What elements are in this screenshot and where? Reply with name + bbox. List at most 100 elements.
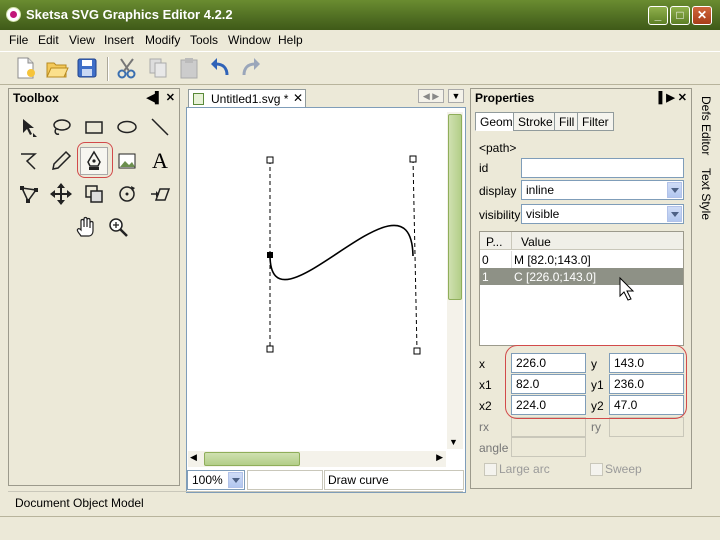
pencil-icon[interactable]: [47, 147, 75, 175]
new-file-icon[interactable]: [12, 55, 38, 81]
tab-geom[interactable]: Geom: [475, 112, 518, 131]
menu-edit[interactable]: Edit: [38, 33, 59, 47]
menu-file[interactable]: File: [9, 33, 28, 47]
column-header-p[interactable]: P...: [486, 235, 502, 249]
app-icon: [6, 7, 21, 22]
properties-header: Properties ▌▶ ✕: [471, 89, 691, 107]
hand-icon[interactable]: [71, 213, 99, 241]
document-tab[interactable]: Untitled1.svg * ✕: [188, 89, 306, 108]
copy-icon[interactable]: [145, 55, 171, 81]
toolbox-title: Toolbox: [13, 91, 59, 105]
coordinates-highlight: [505, 345, 687, 419]
chevron-down-icon[interactable]: [667, 206, 682, 222]
element-type: <path>: [479, 141, 517, 155]
angle-field: [511, 437, 586, 457]
display-select[interactable]: inline: [521, 180, 684, 200]
paste-icon[interactable]: [176, 55, 202, 81]
zoom-icon[interactable]: [104, 213, 132, 241]
image-icon[interactable]: [113, 147, 141, 175]
tab-scroll-arrows-icon[interactable]: ◀ ▶: [418, 89, 444, 103]
path-points-table: P... Value 0 M [82.0;143.0] 1 C [226.0;1…: [479, 231, 684, 346]
rotate-icon[interactable]: [113, 180, 141, 208]
drawing-canvas[interactable]: [186, 107, 466, 493]
visibility-select[interactable]: visible: [521, 204, 684, 224]
table-row-selected[interactable]: 1 C [226.0;143.0]: [480, 268, 683, 285]
panel-controls[interactable]: ▌▶ ✕: [658, 91, 687, 104]
select-arrow-icon[interactable]: [15, 113, 43, 141]
node-edit-icon[interactable]: [15, 180, 43, 208]
move-icon[interactable]: [47, 180, 75, 208]
rx-field: [511, 417, 586, 437]
menu-help[interactable]: Help: [278, 33, 303, 47]
display-label: display: [479, 184, 517, 198]
vertical-scrollbar[interactable]: ▼: [447, 112, 463, 449]
rx-label: rx: [479, 420, 489, 434]
table-header: P... Value: [480, 232, 683, 250]
skew-icon[interactable]: [146, 180, 174, 208]
status-bar: [0, 516, 720, 540]
properties-title: Properties: [475, 91, 535, 105]
row-value: M [82.0;143.0]: [514, 253, 591, 267]
lasso-icon[interactable]: [47, 113, 75, 141]
x1-label: x1: [479, 378, 492, 392]
menu-tools[interactable]: Tools: [190, 33, 218, 47]
tab-stroke[interactable]: Stroke: [513, 112, 558, 131]
chevron-down-icon[interactable]: [667, 182, 682, 198]
text-tool-icon[interactable]: A: [146, 147, 174, 175]
polyline-icon[interactable]: [15, 147, 43, 175]
minimize-button[interactable]: _: [648, 6, 668, 25]
save-icon[interactable]: [74, 55, 100, 81]
chevron-down-icon[interactable]: [228, 472, 243, 488]
pen-tool-highlight: [77, 142, 113, 178]
defs-editor-tab[interactable]: Defs Editor: [699, 96, 713, 155]
angle-label: angle: [479, 441, 509, 455]
rectangle-icon[interactable]: [80, 113, 108, 141]
tab-filter[interactable]: Filter: [577, 112, 614, 131]
menu-insert[interactable]: Insert: [104, 33, 134, 47]
open-folder-icon[interactable]: [44, 55, 70, 81]
horizontal-scrollbar[interactable]: ◀ ▶: [188, 451, 446, 467]
menu-view[interactable]: View: [69, 33, 95, 47]
svg-file-icon: [193, 93, 204, 105]
undo-icon[interactable]: [207, 55, 233, 81]
tab-list-dropdown-icon[interactable]: ▼: [448, 89, 464, 103]
mouse-cursor-icon: [619, 276, 635, 301]
text-style-tab[interactable]: Text Style: [699, 168, 713, 220]
x-label: x: [479, 357, 485, 371]
close-button[interactable]: ✕: [692, 6, 712, 25]
large-arc-label: Large arc: [499, 462, 550, 476]
cut-icon[interactable]: [114, 55, 140, 81]
display-value: inline: [526, 183, 555, 197]
main-toolbar: [0, 51, 720, 85]
maximize-button[interactable]: □: [670, 6, 690, 25]
id-field[interactable]: [521, 158, 684, 178]
title-bar: Sketsa SVG Graphics Editor 4.2.2 _ □ ✕: [0, 0, 720, 30]
zoom-value: 100%: [192, 473, 223, 487]
ry-label: ry: [591, 420, 601, 434]
row-value: C [226.0;143.0]: [514, 270, 597, 284]
panel-controls[interactable]: ◀▌ ✕: [146, 91, 175, 104]
status-message: Draw curve: [324, 470, 464, 490]
toolbox-header: Toolbox ◀▌ ✕: [9, 89, 179, 107]
visibility-label: visibility: [479, 208, 521, 222]
transform-icon[interactable]: [80, 180, 108, 208]
menu-bar: File Edit View Insert Modify Tools Windo…: [0, 30, 720, 50]
window-title: Sketsa SVG Graphics Editor 4.2.2: [26, 7, 233, 22]
id-label: id: [479, 161, 489, 175]
zoom-select[interactable]: 100%: [187, 470, 245, 490]
canvas-drawing[interactable]: [187, 108, 465, 452]
sweep-checkbox: [590, 463, 603, 476]
line-icon[interactable]: [146, 113, 174, 141]
visibility-value: visible: [526, 207, 560, 221]
tab-fill[interactable]: Fill: [554, 112, 580, 131]
menu-window[interactable]: Window: [228, 33, 271, 47]
dom-panel-label[interactable]: Document Object Model: [15, 496, 144, 510]
close-tab-icon[interactable]: ✕: [293, 91, 303, 105]
menu-modify[interactable]: Modify: [145, 33, 180, 47]
ellipse-icon[interactable]: [113, 113, 141, 141]
column-header-value[interactable]: Value: [521, 235, 551, 249]
redo-icon[interactable]: [238, 55, 264, 81]
table-row[interactable]: 0 M [82.0;143.0]: [480, 251, 683, 268]
document-status-bar: 100% Draw curve: [186, 469, 466, 491]
document-tab-label: Untitled1.svg *: [211, 92, 289, 106]
